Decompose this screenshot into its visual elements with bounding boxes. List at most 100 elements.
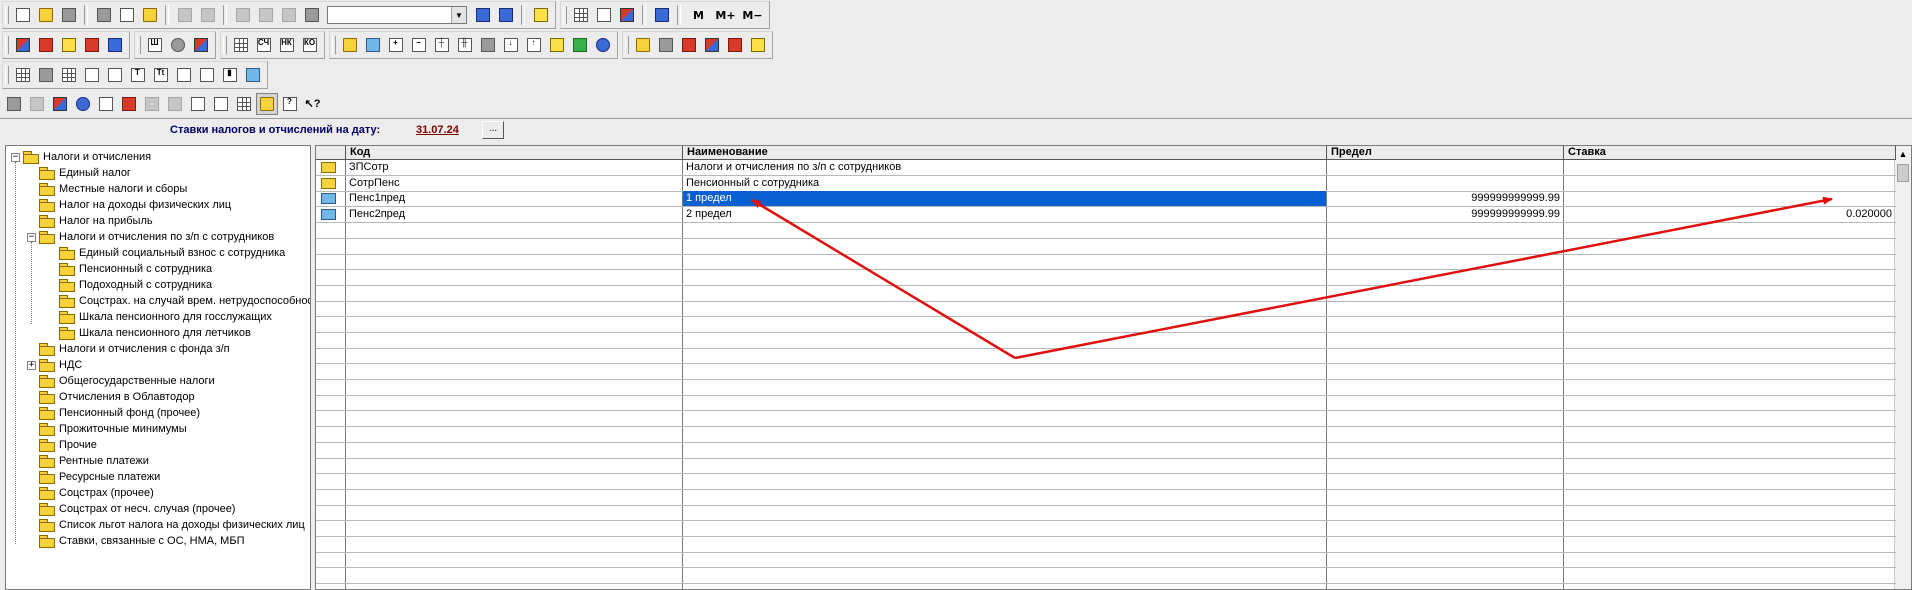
grid-scrollbar[interactable]: ▲ <box>1894 146 1911 589</box>
new-doc-icon[interactable] <box>12 4 34 26</box>
table-view-icon[interactable] <box>230 34 252 56</box>
find-next-icon[interactable] <box>472 4 494 26</box>
cell-name[interactable]: 2 предел <box>683 207 1326 222</box>
grid-icon[interactable] <box>12 64 34 86</box>
tree-item[interactable]: − Налоги и отчисления по з/п с сотруднико… <box>27 229 274 245</box>
bar-chart-icon[interactable]: ▮ <box>219 64 241 86</box>
tree-item[interactable]: Единый социальный взнос с сотрудника <box>47 245 285 261</box>
cell-limit[interactable] <box>1327 160 1563 175</box>
tree-item[interactable]: Общегосударственные налоги <box>27 373 215 389</box>
cell-name[interactable]: 1 предел <box>683 191 1326 207</box>
tree-item[interactable]: Единый налог <box>27 165 131 181</box>
user-filter-icon[interactable] <box>655 34 677 56</box>
doc-stack-icon[interactable] <box>58 34 80 56</box>
tree-item[interactable]: Отчисления в Облавтодор <box>27 389 195 405</box>
filter-off-icon[interactable] <box>678 34 700 56</box>
cell-code[interactable]: ЗПСотр <box>346 160 682 175</box>
tree-item[interactable]: Прочие <box>27 437 97 453</box>
edit-record-icon[interactable] <box>49 93 71 115</box>
chart-accounts-icon[interactable]: Ш <box>144 34 166 56</box>
link-record-icon[interactable] <box>164 93 186 115</box>
scroll-up-icon[interactable]: ▲ <box>1895 146 1911 162</box>
memory-button[interactable]: M <box>686 4 712 26</box>
tree-item[interactable]: Налог на доходы физических лиц <box>27 197 231 213</box>
tree-item[interactable]: Пенсионный фонд (прочее) <box>27 405 200 421</box>
cell-limit[interactable]: 999999999999.99 <box>1327 191 1563 206</box>
help-page-icon[interactable]: ? <box>279 93 301 115</box>
tree-view-icon[interactable] <box>255 93 278 115</box>
copy-record-icon[interactable] <box>187 93 209 115</box>
cell-limit[interactable]: 999999999999.99 <box>1327 207 1563 222</box>
cell-rate[interactable] <box>1564 191 1895 206</box>
find-replace-icon[interactable] <box>495 4 517 26</box>
clock-icon[interactable] <box>167 34 189 56</box>
paste-icon[interactable] <box>139 4 161 26</box>
delete-record-icon[interactable] <box>118 93 140 115</box>
tree-item[interactable]: Ресурсные платежи <box>27 469 160 485</box>
pattern-icon[interactable] <box>35 64 57 86</box>
table-edit-icon[interactable] <box>233 93 255 115</box>
books-icon[interactable] <box>12 34 34 56</box>
tree-item[interactable]: Прожиточные минимумы <box>27 421 187 437</box>
tree-item[interactable]: Налог на прибыль <box>27 213 153 229</box>
memory-plus-button[interactable]: M+ <box>713 4 739 26</box>
scroll-thumb[interactable] <box>1897 164 1909 182</box>
calc-keyboard-icon[interactable] <box>570 4 592 26</box>
tree-item[interactable]: Соцстрах от несч. случая (прочее) <box>27 501 235 517</box>
column-header[interactable]: Ставка <box>1564 146 1896 160</box>
add-row-icon[interactable]: + <box>385 34 407 56</box>
text-icon[interactable]: T <box>127 64 149 86</box>
cell-rate[interactable] <box>1564 176 1895 191</box>
tree-item[interactable]: Соцстрах. на случай врем. нетрудоспособн… <box>47 293 310 309</box>
column-header[interactable]: Код <box>346 146 683 160</box>
filter-clear-icon[interactable] <box>724 34 746 56</box>
tree-item[interactable]: Шкала пенсионного для госслужащих <box>47 309 272 325</box>
collapse-icon[interactable]: − <box>11 152 20 162</box>
ledger-icon[interactable]: КО <box>299 34 321 56</box>
cash-icon[interactable] <box>569 34 591 56</box>
tree-item[interactable]: Соцстрах (прочее) <box>27 485 154 501</box>
date-picker-button[interactable]: ... <box>482 121 504 139</box>
search-record-icon[interactable] <box>72 93 94 115</box>
columns-icon[interactable] <box>81 64 103 86</box>
tree-item[interactable]: − Налоги и отчисления <box>11 149 151 165</box>
book-icon[interactable] <box>651 4 673 26</box>
filter-multi-icon[interactable] <box>701 34 723 56</box>
page-copy-icon[interactable] <box>196 64 218 86</box>
text-box-icon[interactable]: Tt <box>150 64 172 86</box>
redo-icon[interactable] <box>278 4 300 26</box>
page-icon[interactable] <box>173 64 195 86</box>
tree-item[interactable]: Шкала пенсионного для летчиков <box>47 325 251 341</box>
row-header-corner[interactable] <box>316 146 346 160</box>
cell-limit[interactable] <box>1327 176 1563 191</box>
save-icon[interactable] <box>58 4 80 26</box>
cabinet-icon[interactable] <box>26 93 48 115</box>
collapse-icon[interactable]: − <box>27 232 36 242</box>
sort-up-icon[interactable]: ↑ <box>523 34 545 56</box>
category-tree[interactable]: − Налоги и отчисления Единый налог Местные … <box>5 145 311 590</box>
tree-item[interactable]: Рентные платежи <box>27 453 149 469</box>
tree-item[interactable]: Местные налоги и сборы <box>27 181 187 197</box>
copy-doc-icon[interactable] <box>362 34 384 56</box>
print-preview-icon[interactable] <box>197 4 219 26</box>
chevron-down-icon[interactable]: ▼ <box>451 7 466 23</box>
globe-icon[interactable] <box>592 34 614 56</box>
copy-icon[interactable] <box>116 4 138 26</box>
move-record-icon[interactable] <box>141 93 163 115</box>
date-value[interactable]: 31.07.24 <box>416 124 459 136</box>
cut-icon[interactable] <box>93 4 115 26</box>
note-icon[interactable] <box>546 34 568 56</box>
undo-icon[interactable] <box>255 4 277 26</box>
context-help-icon[interactable]: ↖? <box>302 93 324 115</box>
tree-item[interactable]: Список льгот налога на доходы физических… <box>27 517 305 533</box>
tree-item[interactable]: Пенсионный с сотрудника <box>47 261 212 277</box>
chat-icon[interactable] <box>616 4 638 26</box>
expand-icon[interactable]: + <box>27 360 36 370</box>
account-card-icon[interactable]: СЧ <box>253 34 275 56</box>
cell-name[interactable]: Налоги и отчисления по з/п с сотрудников <box>683 160 1326 175</box>
binoculars-icon[interactable] <box>301 4 323 26</box>
tree-item[interactable]: Подоходный с сотрудника <box>47 277 212 293</box>
cell-name[interactable]: Пенсионный с сотрудника <box>683 176 1326 191</box>
open-folder-icon[interactable] <box>35 4 57 26</box>
properties-icon[interactable] <box>95 93 117 115</box>
